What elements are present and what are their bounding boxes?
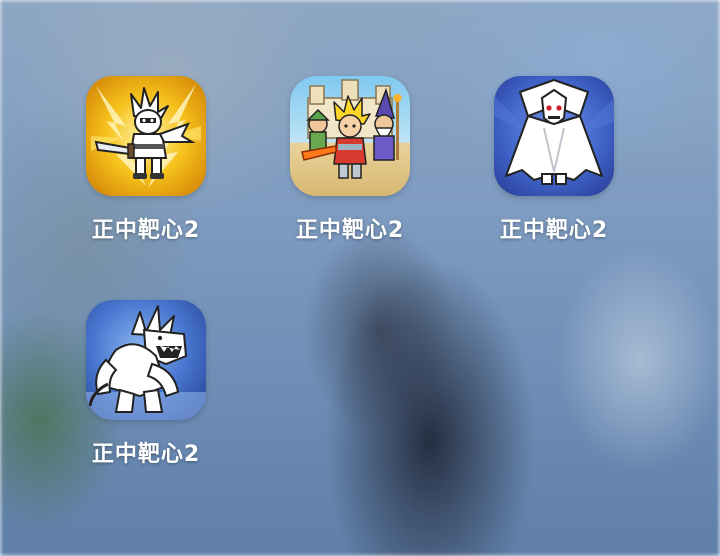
- app-grid: 正中靶心2 正中靶心2 正中靶心2 正中靶心2: [0, 0, 720, 556]
- app-label: 正中靶心2: [91, 442, 201, 467]
- hero-party-castle-icon[interactable]: [290, 76, 410, 196]
- hero-sword-lightning-icon[interactable]: [86, 76, 206, 196]
- app-icon-tile-1[interactable]: 正中靶心2: [71, 76, 221, 244]
- app-icon-tile-4[interactable]: 正中靶心2: [71, 300, 221, 468]
- app-label: 正中靶心2: [499, 218, 609, 243]
- vampire-caped-icon[interactable]: [494, 76, 614, 196]
- app-label: 正中靶心2: [295, 218, 405, 243]
- app-label: 正中靶心2: [91, 218, 201, 243]
- app-icon-tile-2[interactable]: 正中靶心2: [275, 76, 425, 244]
- app-icon-tile-3[interactable]: 正中靶心2: [479, 76, 629, 244]
- spiked-beast-icon[interactable]: [86, 300, 206, 420]
